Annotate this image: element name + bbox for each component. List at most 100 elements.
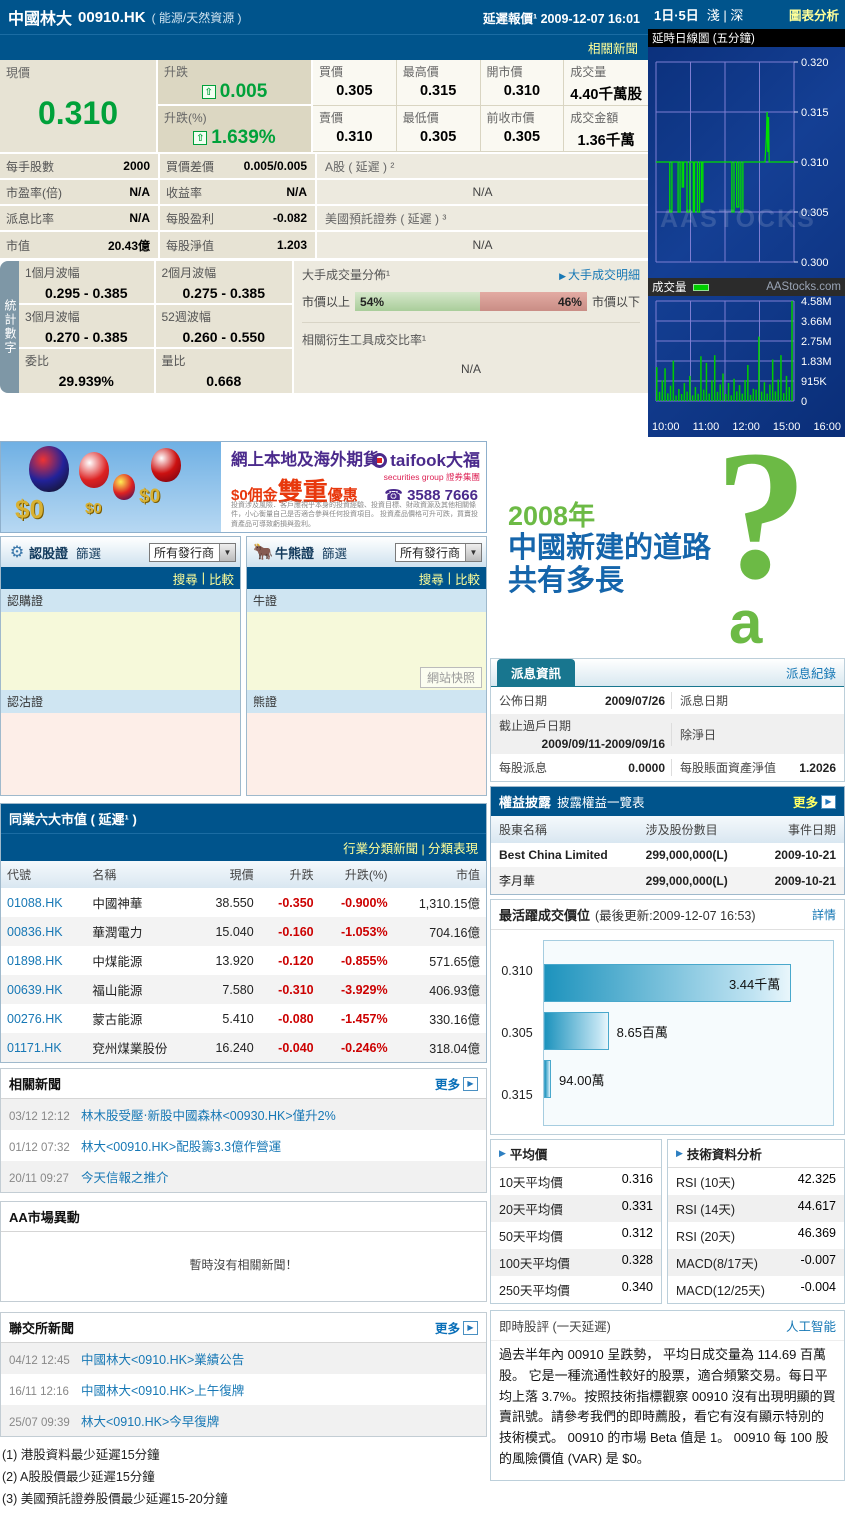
chart-period-tabs[interactable]: 1日·5日 bbox=[654, 5, 699, 24]
related-news-section: 相關新聞 更多 ▶ 03/12 12:12 林木股受壓‧新股中國森林<00930.H… bbox=[0, 1068, 487, 1193]
delayed-quote-timestamp: 延遲報價¹ 2009-12-07 16:01 bbox=[482, 11, 640, 26]
info-grid: 每手股數 2000 買價差價 0.005/0.005 市盈率(倍) N/A 收益率 N/A … bbox=[0, 154, 648, 261]
cbbc-compare-link[interactable]: 比較 bbox=[455, 569, 480, 588]
table-row: 01898.HK 中煤能源 13.920 -0.120 -0.855% 571.65億 bbox=[7, 953, 480, 970]
news-link[interactable]: 林大<00910.HK>配股籌3.3億作營運 bbox=[81, 1136, 281, 1155]
intraday-chart-title: 延時日線圖 (五分鐘) bbox=[648, 29, 845, 47]
stat-cell: 52週波幅 0.260 - 0.550 bbox=[161, 310, 266, 345]
stock-code-link[interactable]: 01088.HK bbox=[7, 896, 63, 910]
bull-row: 牛證 bbox=[247, 589, 486, 612]
list-item: RSI (20天) 46.369 bbox=[676, 1226, 836, 1244]
footnote: (3) 美國預託證券股價最少延遲15-20分鐘 bbox=[2, 1491, 228, 1506]
news-link[interactable]: 今天信報之推介 bbox=[81, 1167, 169, 1186]
change-cells: 升跌 0.005 升跌(%) 1.639% bbox=[158, 60, 313, 152]
balloon-icon bbox=[151, 448, 181, 482]
adr-label: 美國預託證券 ( 延遲 ) ³ bbox=[317, 206, 648, 232]
below-market-segment: 46% bbox=[480, 292, 587, 311]
balloons-graphic: $0 $0 $0 bbox=[1, 442, 221, 532]
sector-performance-link[interactable]: 分類表現 bbox=[428, 842, 478, 856]
svg-text:0.305: 0.305 bbox=[801, 207, 829, 219]
svg-text:4.58M: 4.58M bbox=[801, 296, 832, 308]
taifook-logo: taifook大福 securities group 證券集團 bbox=[372, 446, 480, 483]
triangle-right-icon: ▶ bbox=[559, 271, 566, 281]
warrant-compare-link[interactable]: 比較 bbox=[209, 569, 234, 588]
last-updated: (最後更新:2009-12-07 16:53) bbox=[595, 909, 756, 923]
commentary-text: 過去半年內 00910 呈跌勢， 平均日成交量為 114.69 百萬股。 它是一… bbox=[499, 1347, 836, 1466]
tab-dividend-info[interactable]: 派息資訊 bbox=[497, 659, 576, 686]
high-cell: 最高價 0.315 bbox=[396, 60, 481, 106]
stock-code-link[interactable]: 01171.HK bbox=[7, 1041, 62, 1055]
a-share-value: N/A bbox=[317, 180, 648, 206]
chart-analysis-link[interactable]: 圖表分析 bbox=[789, 5, 839, 24]
cbbc-search-link[interactable]: 搜尋 bbox=[419, 569, 444, 588]
chart-header: 1日·5日 淺 | 深 圖表分析 bbox=[648, 0, 845, 29]
stock-code-link[interactable]: 00836.HK bbox=[7, 925, 63, 939]
stock-code-link[interactable]: 01898.HK bbox=[7, 954, 63, 968]
moving-averages-panel: ▶ 平均價 10天平均價 0.316 20天平均價 0.331 50天平均價 0.312… bbox=[490, 1139, 662, 1304]
more-arrow-icon: ▶ bbox=[821, 794, 836, 809]
chevron-down-icon[interactable]: ▼ bbox=[219, 543, 235, 561]
news-link[interactable]: 中國林大<0910.HK>業績公告 bbox=[81, 1349, 244, 1368]
detail-link[interactable]: 詳情 bbox=[812, 906, 836, 923]
info-row: 市盈率(倍) N/A 收益率 N/A bbox=[0, 180, 315, 206]
quote-cells: 買價 0.305 最高價 0.315 開市價 0.310 成交量 4.40千萬股 賣價 0… bbox=[313, 60, 648, 152]
put-warrants-row: 認沽證 bbox=[1, 690, 240, 713]
news-link[interactable]: 林木股受壓‧新股中國森林<00930.HK>僅升2% bbox=[81, 1105, 336, 1124]
adr-value: N/A bbox=[472, 238, 493, 252]
issuer-select[interactable]: 所有發行商 ▼ bbox=[148, 542, 236, 562]
active-prices-title: 最活躍成交價位 bbox=[499, 908, 591, 923]
svg-text:0.310: 0.310 bbox=[801, 157, 829, 169]
sector-news-link[interactable]: 行業分類新聞 bbox=[343, 842, 418, 856]
above-market-segment: 54% bbox=[355, 292, 481, 311]
change-pct-value: 1.639% bbox=[164, 127, 305, 149]
table-row: 01088.HK 中國神華 38.550 -0.350 -0.900% 1,310.15億 bbox=[7, 895, 480, 912]
big-lot-detail-link[interactable]: ▶ 大手成交明細 bbox=[559, 266, 640, 283]
cbbc-filter-link[interactable]: 篩選 bbox=[322, 543, 347, 562]
stat-cell: 1個月波幅 0.295 - 0.385 bbox=[19, 261, 156, 303]
news-link[interactable]: 中國林大<0910.HK>上午復牌 bbox=[81, 1380, 244, 1399]
list-item: RSI (14天) 44.617 bbox=[668, 1195, 844, 1222]
dividend-history-link[interactable]: 派息紀錄 bbox=[778, 659, 844, 686]
more-link[interactable]: 更多 ▶ bbox=[793, 792, 836, 811]
ad-question-line1: 中國新建的道路 bbox=[508, 532, 712, 565]
stat-cell: 量比 0.668 bbox=[161, 354, 242, 389]
taifook-ad-banner[interactable]: $0 $0 $0 網上本地及海外期貨 $0佣金雙重優惠 taifook大福 se… bbox=[0, 441, 487, 533]
issuer-select[interactable]: 所有發行商 ▼ bbox=[394, 542, 482, 562]
call-warrants-row: 認購證 bbox=[1, 589, 240, 612]
ai-link[interactable]: 人工智能 bbox=[786, 1316, 836, 1335]
stock-code-link[interactable]: 00276.HK bbox=[7, 1012, 63, 1026]
gears-icon: ⚙ bbox=[9, 544, 25, 561]
chevron-down-icon[interactable]: ▼ bbox=[465, 543, 481, 561]
stock-code-link[interactable]: 00639.HK bbox=[7, 983, 63, 997]
related-news-link[interactable]: 相關新聞 bbox=[588, 38, 638, 57]
table-row: Best China Limited 299,000,000(L) 2009-10-… bbox=[499, 848, 836, 862]
statistics-section: 統計數字 1個月波幅 0.295 - 0.385 2個月波幅 0.275 - 0.38… bbox=[0, 261, 648, 393]
more-link[interactable]: 更多 ▶ bbox=[435, 1318, 478, 1337]
derivatives-ratio-value: N/A bbox=[460, 362, 481, 376]
news-link[interactable]: 林大<0910.HK>今早復牌 bbox=[81, 1411, 219, 1430]
warrant-filter-link[interactable]: 篩選 bbox=[76, 543, 101, 562]
statistics-tab: 統計數字 bbox=[0, 261, 19, 393]
bid-cell: 買價 0.305 bbox=[313, 60, 397, 106]
footnote: (1) 港股資料最少延遲15分鐘 bbox=[2, 1448, 160, 1462]
snapshot-watermark: 網站快照 bbox=[419, 667, 482, 688]
chart-shade-toggle[interactable]: 淺 | 深 bbox=[707, 5, 744, 24]
cross-listing-panel: A股 ( 延遲 ) ² N/A 美國預託證券 ( 延遲 ) ³ N/A bbox=[315, 154, 648, 258]
bull-area: 網站快照 bbox=[247, 612, 486, 690]
more-link[interactable]: 更多 ▶ bbox=[435, 1074, 478, 1093]
svg-text:3.66M: 3.66M bbox=[801, 316, 832, 328]
ad-question-line2: 共有多長 bbox=[508, 565, 625, 598]
warrant-search-link[interactable]: 搜尋 bbox=[173, 569, 198, 588]
section-title: 相關新聞 bbox=[9, 1077, 62, 1092]
disclosure-subtitle: 披露權益一覽表 bbox=[557, 796, 645, 810]
dividend-row: 每股派息 0.0000 每股賬面資產淨值 1.2026 bbox=[491, 754, 844, 781]
more-arrow-icon: ▶ bbox=[463, 1320, 478, 1335]
section-title: 聯交所新聞 bbox=[9, 1321, 75, 1336]
volume-bar: 3.44千萬 bbox=[544, 964, 792, 1002]
technical-analysis-panel: ▶ 技術資料分析 RSI (10天) 42.325 RSI (14天) 44.617 … bbox=[667, 1139, 845, 1304]
section-title: AA市場異動 bbox=[9, 1210, 80, 1225]
road-question-ad[interactable]: 2008年 中國新建的道路 共有多長 ? a bbox=[490, 441, 845, 654]
quote-grid: 現價 0.310 升跌 0.005 升跌(%) 1.639% 買價0.305 最… bbox=[0, 60, 648, 154]
balloon-icon bbox=[29, 446, 69, 492]
more-arrow-icon: ▶ bbox=[463, 1076, 478, 1091]
